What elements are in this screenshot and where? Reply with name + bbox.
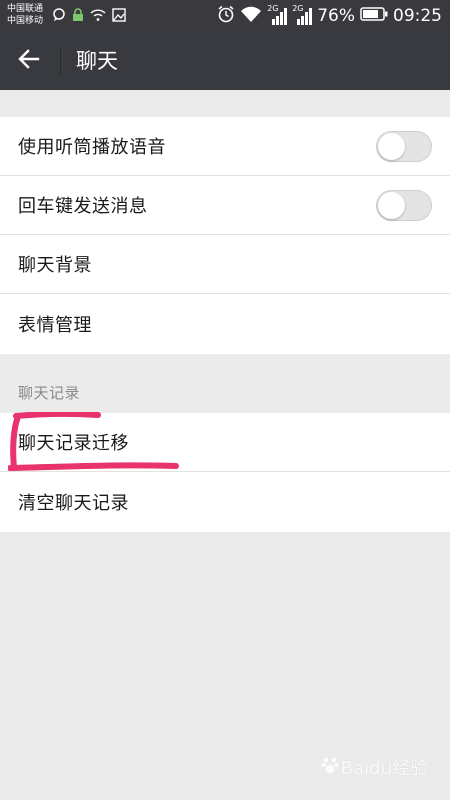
back-arrow-icon: [18, 49, 40, 73]
setting-label: 聊天记录迁移: [18, 433, 129, 454]
lock-icon: [72, 7, 84, 26]
setting-clear-chat-history[interactable]: 清空聊天记录: [0, 472, 450, 532]
title-divider: [60, 48, 61, 76]
battery-icon: [360, 6, 388, 26]
carrier-2: 中国移动: [7, 16, 44, 26]
carrier-info: 中国联通 中国移动: [7, 3, 43, 27]
paw-icon: [321, 756, 339, 779]
image-icon: [112, 7, 126, 26]
toggle-knob: [378, 133, 405, 160]
back-button[interactable]: [8, 41, 50, 81]
wifi-question-icon: [90, 7, 106, 26]
enter-to-send-toggle[interactable]: [376, 190, 432, 221]
section-header-chat-history: 聊天记录: [18, 384, 81, 402]
setting-label: 清空聊天记录: [18, 493, 129, 514]
title-bar: 聊天: [0, 32, 450, 90]
setting-chat-history-migration[interactable]: 聊天记录迁移: [0, 413, 450, 472]
alarm-icon: [217, 5, 235, 27]
battery-percent: 76%: [317, 6, 355, 26]
wifi-icon: [240, 6, 262, 26]
setting-sticker-management[interactable]: 表情管理: [0, 294, 450, 354]
clock-time: 09:25: [393, 6, 442, 26]
settings-group-general: 使用听筒播放语音 回车键发送消息 聊天背景 表情管理: [0, 117, 450, 354]
setting-label: 使用听筒播放语音: [18, 137, 166, 158]
setting-earpiece-voice[interactable]: 使用听筒播放语音: [0, 117, 450, 176]
setting-chat-background[interactable]: 聊天背景: [0, 235, 450, 294]
signal-1-icon: 2G: [267, 5, 288, 25]
watermark-text: Baidu经验: [340, 758, 428, 779]
carrier-1: 中国联通: [7, 4, 44, 14]
setting-label: 回车键发送消息: [18, 196, 148, 217]
setting-enter-to-send[interactable]: 回车键发送消息: [0, 176, 450, 235]
setting-label: 表情管理: [18, 315, 92, 336]
earpiece-voice-toggle[interactable]: [376, 131, 432, 162]
page-title: 聊天: [76, 49, 118, 73]
setting-label: 聊天背景: [18, 255, 92, 276]
status-right: 2G 2G 76% 09:25: [217, 5, 442, 27]
baidu-watermark: Baidu经验: [321, 754, 428, 780]
toggle-knob: [378, 192, 405, 219]
settings-group-chat-history: 聊天记录迁移 清空聊天记录: [0, 413, 450, 532]
status-bar: 中国联通 中国移动 2G 2G 76% 09:25: [0, 0, 450, 32]
notification-icons: [52, 7, 126, 25]
signal-2-icon: 2G: [292, 5, 313, 25]
chat-bubble-icon: [52, 7, 66, 26]
